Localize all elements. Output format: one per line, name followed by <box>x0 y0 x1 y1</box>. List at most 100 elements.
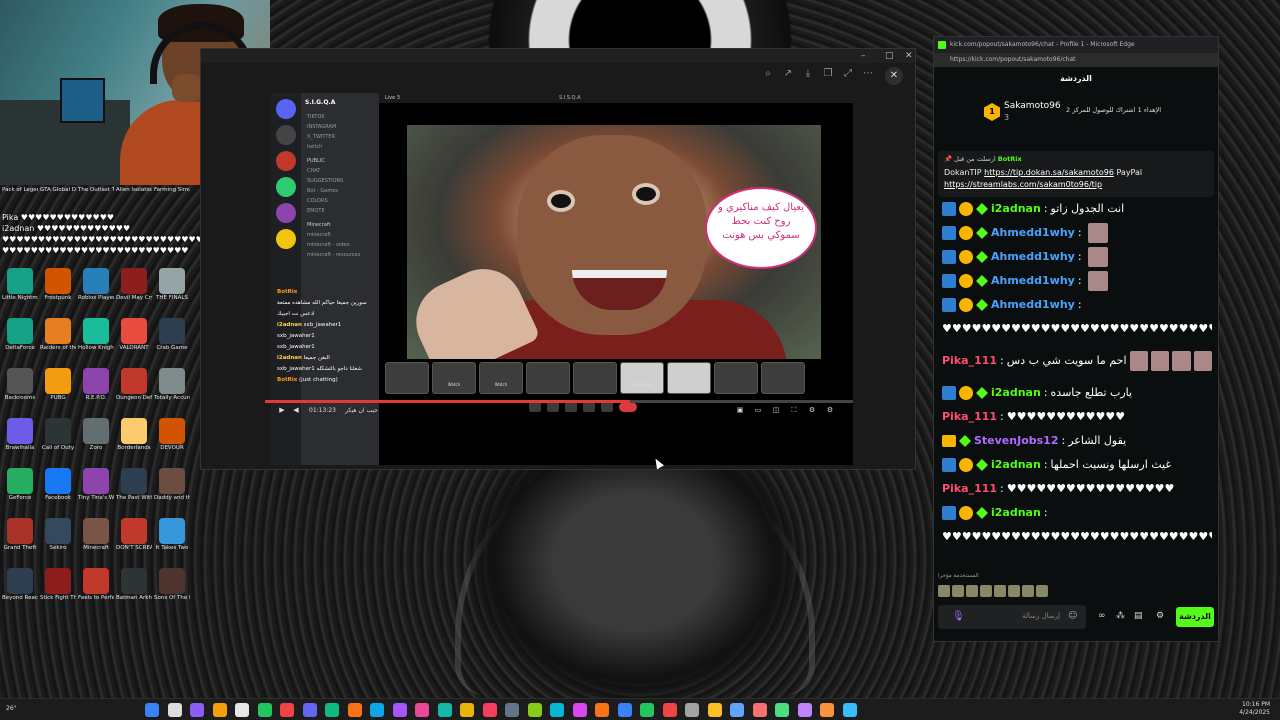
taskbar-app-icon[interactable] <box>370 703 384 717</box>
desktop-icon[interactable]: Pack of Legends <box>2 186 38 193</box>
server-icon[interactable] <box>276 177 296 197</box>
taskbar-app-icon[interactable] <box>572 703 587 717</box>
taskbar-app-icon[interactable] <box>730 703 744 717</box>
emote-icon[interactable] <box>994 585 1006 597</box>
address-bar[interactable]: https://kick.com/popout/sakamoto96/chat <box>934 53 1218 67</box>
taskbar-app-icon[interactable] <box>685 703 699 717</box>
server-icon[interactable] <box>276 151 296 171</box>
desktop-icon[interactable]: DeltaForce <box>2 318 38 351</box>
desktop-icon[interactable]: Farming Simulator <box>154 186 190 193</box>
emote-icon[interactable] <box>980 585 992 597</box>
channel-item[interactable]: minecraft - video <box>301 240 381 250</box>
desktop-icon[interactable]: DEVOUR <box>154 418 190 451</box>
discord-home-icon[interactable] <box>276 99 296 119</box>
desktop-icon[interactable]: Alien Isolation <box>116 186 152 193</box>
chat-username[interactable]: Pika_111 <box>942 477 997 501</box>
desktop-icon[interactable]: Frostpunk <box>40 268 76 301</box>
taskbar-app-icon[interactable] <box>662 703 677 717</box>
participant-tile[interactable] <box>714 362 758 394</box>
streamlabs-tip-link[interactable]: https://streamlabs.com/sakam0to96/tip <box>944 180 1102 189</box>
channel-item[interactable]: SUGGESTIONS <box>301 176 381 186</box>
taskbar-app-icon[interactable] <box>595 703 609 717</box>
chat-username[interactable]: i2adnan <box>991 453 1041 477</box>
download-icon[interactable]: ⤓ <box>801 67 815 81</box>
desktop-icon[interactable]: VALORANT <box>116 318 152 351</box>
desktop-icon[interactable]: Facebook <box>40 468 76 501</box>
microphone-icon[interactable]: 🎙 <box>952 611 965 622</box>
chat-username[interactable]: i2adnan <box>991 381 1041 405</box>
desktop-icon[interactable]: Tiny Tina's Wonderlands <box>78 468 114 501</box>
server-icon[interactable] <box>276 125 296 145</box>
desktop-icon[interactable]: Hollow Knight Silksong <box>78 318 114 351</box>
server-icon[interactable] <box>276 203 296 223</box>
close-window-icon[interactable]: ✕ <box>905 51 913 61</box>
system-clock[interactable]: 10:16 PM 4/24/2025 <box>1239 701 1270 717</box>
taskbar-app-icon[interactable] <box>752 703 767 717</box>
desktop-icon[interactable]: DON'T SCREAM <box>116 518 152 551</box>
captions-icon[interactable]: ▣ <box>735 406 745 414</box>
server-name[interactable]: S.I.G.Q.A <box>301 93 381 112</box>
taskbar-app-icon[interactable] <box>302 703 317 717</box>
play-icon[interactable]: ▶ <box>277 406 287 414</box>
taskbar-app-icon[interactable] <box>707 703 722 717</box>
chat-username[interactable]: Ahmedd1why <box>991 245 1075 269</box>
desktop-icon[interactable]: Little Nightmares <box>2 268 38 301</box>
desktop-icon[interactable]: It Takes Two <box>154 518 190 551</box>
volume-icon[interactable]: ◀ <box>291 406 301 414</box>
desktop-icon[interactable]: Brawlhalla <box>2 418 38 451</box>
chat-username[interactable]: Ahmedd1why <box>991 221 1075 245</box>
expand-icon[interactable]: ⤢ <box>841 67 855 81</box>
channel-item[interactable]: EMOTE <box>301 206 381 216</box>
desktop-icon[interactable]: Sekiro <box>40 518 76 551</box>
taskbar-app-icon[interactable] <box>212 703 227 717</box>
users-icon[interactable]: ⁂ <box>1116 611 1125 621</box>
desktop-icon[interactable]: Sons Of The Forest <box>154 568 190 601</box>
emote-icon[interactable] <box>952 585 964 597</box>
desktop-icon[interactable]: PUBG <box>40 368 76 401</box>
live-tab[interactable]: Live 3 <box>385 95 400 101</box>
more-icon[interactable]: ⋯ <box>861 67 875 81</box>
close-player-button[interactable]: ✕ <box>885 67 903 85</box>
participant-tile[interactable] <box>761 362 805 394</box>
desktop-icon[interactable]: Daddy and the Dark <box>154 468 190 501</box>
emote-icon[interactable] <box>1036 585 1048 597</box>
taskbar-app-icon[interactable] <box>145 703 159 717</box>
taskbar-app-icon[interactable] <box>460 703 474 717</box>
desktop-icon[interactable]: Roblox Player <box>78 268 114 301</box>
taskbar-app-icon[interactable] <box>775 703 789 717</box>
video-player-window[interactable]: – □ ✕ ⌕ ↗ ⤓ ❐ ⤢ ⋯ ✕ S.I.G.Q.A TIKTOK INS… <box>200 48 916 470</box>
channel-item[interactable]: twitch <box>301 142 381 152</box>
taskbar-app-icon[interactable] <box>280 703 294 717</box>
participant-tile[interactable]: Watch <box>432 362 476 394</box>
taskbar-app-icon[interactable] <box>482 703 497 717</box>
desktop-icon[interactable]: Grand Theft <box>2 518 38 551</box>
gear-icon[interactable]: ⚙ <box>1156 611 1164 621</box>
desktop-icon[interactable]: Minecraft <box>78 518 114 551</box>
minimize-icon[interactable]: – <box>861 51 866 61</box>
store-icon[interactable]: ▤ <box>1134 611 1143 621</box>
taskbar-app-icon[interactable] <box>527 703 542 717</box>
chat-username[interactable]: Ahmedd1why <box>991 269 1075 293</box>
participant-tile[interactable] <box>667 362 711 394</box>
taskbar-app-icon[interactable] <box>392 703 407 717</box>
chat-username[interactable]: i2adnan <box>991 501 1041 525</box>
taskbar-app-icon[interactable] <box>235 703 249 717</box>
fullscreen-icon[interactable]: ⛶ <box>789 406 799 414</box>
taskbar-app-icon[interactable] <box>167 703 182 717</box>
taskbar-app-icon[interactable] <box>820 703 834 717</box>
taskbar-app-icon[interactable] <box>347 703 362 717</box>
desktop-icon[interactable]: Feels to Perfection <box>78 568 114 601</box>
player-titlebar[interactable]: – □ ✕ <box>201 49 915 63</box>
channel-item[interactable]: minecraft <box>301 230 381 240</box>
taskbar-app-icon[interactable] <box>257 703 272 717</box>
gear-icon[interactable]: ⚙ <box>807 406 817 414</box>
desktop-icon[interactable]: Crab Game <box>154 318 190 351</box>
dokan-tip-link[interactable]: https://tip.dokan.sa/sakamoto96 <box>984 168 1114 177</box>
desktop-icon[interactable]: Raiders of the Broken Planet <box>40 318 76 351</box>
channel-item[interactable]: CHAT <box>301 166 381 176</box>
server-icon[interactable] <box>276 229 296 249</box>
desktop-icon[interactable]: Devil May Cry 5 <box>116 268 152 301</box>
channel-item[interactable]: X_TWITTER <box>301 132 381 142</box>
desktop-icon[interactable]: Totally Accurate <box>154 368 190 401</box>
seek-bar[interactable] <box>265 400 853 403</box>
